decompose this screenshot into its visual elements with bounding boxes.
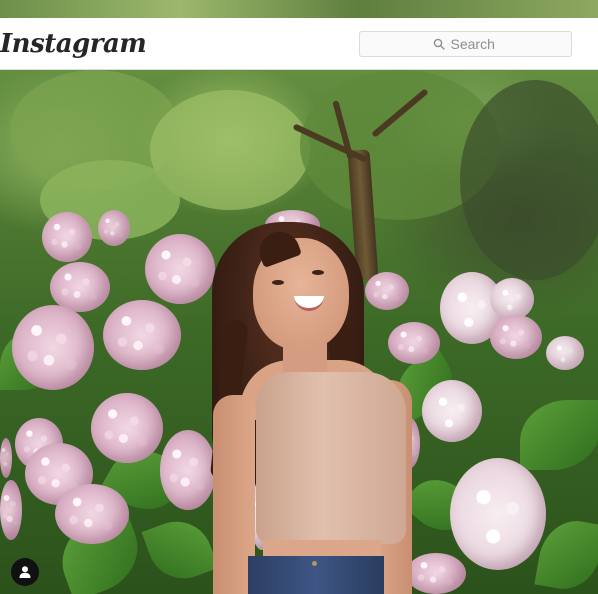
search-icon (433, 38, 445, 50)
eye (272, 280, 284, 285)
hydrangea-flower (490, 278, 534, 320)
hydrangea-flower (55, 484, 129, 544)
hydrangea-flower (406, 553, 466, 594)
hydrangea-flower (103, 300, 181, 370)
hydrangea-flower (0, 480, 22, 540)
hydrangea-flower (98, 210, 130, 246)
hydrangea-flower (160, 430, 216, 510)
hydrangea-flower (91, 393, 163, 463)
hydrangea-flower (450, 458, 546, 570)
user-icon (19, 566, 31, 578)
hydrangea-flower (365, 272, 409, 310)
top-navigation-bar: Instagram (0, 18, 598, 70)
foliage (460, 80, 598, 280)
hydrangea-flower (490, 315, 542, 359)
leaf (520, 400, 598, 470)
hydrangea-flower (42, 212, 92, 262)
hydrangea-flower (546, 336, 584, 370)
tagged-users-button[interactable] (11, 558, 39, 586)
hydrangea-flower (145, 234, 215, 304)
leaf (141, 511, 219, 589)
search-input[interactable] (450, 36, 499, 52)
search-box[interactable] (359, 31, 572, 57)
post-photo[interactable] (0, 0, 598, 594)
eye (312, 270, 324, 275)
hydrangea-flower (422, 380, 482, 442)
photo-foliage-top (0, 0, 598, 18)
crop-top (256, 372, 406, 544)
instagram-logo[interactable]: Instagram (0, 26, 147, 62)
hydrangea-flower (12, 305, 94, 390)
hydrangea-flower (0, 438, 12, 478)
jeans-button (312, 561, 317, 566)
hydrangea-flower (388, 322, 440, 364)
